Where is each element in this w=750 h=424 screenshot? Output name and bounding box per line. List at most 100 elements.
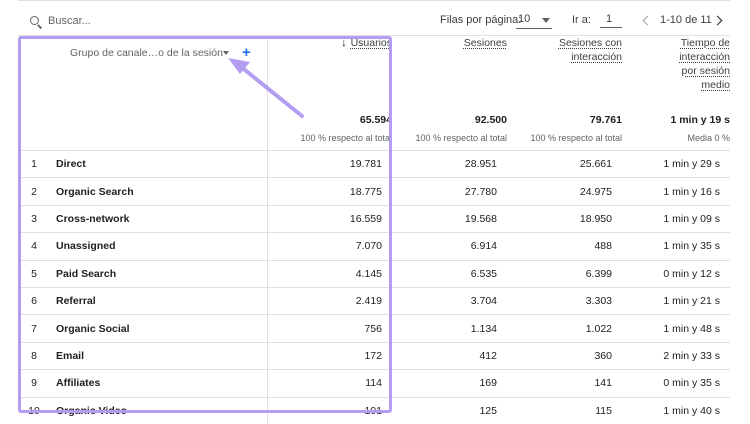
users-value: 101 <box>266 396 392 424</box>
table-row: 3 Cross-network 16.559 19.568 18.950 1 min y … <box>18 204 730 233</box>
sessions-value: 125 <box>392 396 507 424</box>
row-index: 7 <box>18 314 50 343</box>
dimension-title: Grupo de canale…o de la sesión <box>70 47 223 59</box>
total-avg-engagement-time: 1 min y 19 s Media 0 % <box>622 114 730 151</box>
engaged-sessions-value: 488 <box>507 232 622 261</box>
row-index: 3 <box>18 204 50 233</box>
arrow-down-icon: ↓ <box>341 37 347 49</box>
channel-name: Organic Video <box>50 396 267 424</box>
users-value: 756 <box>266 314 392 343</box>
goto-page-input[interactable]: 1 <box>600 12 622 28</box>
avg-engagement-time-value: 0 min y 12 s <box>622 259 730 288</box>
avg-engagement-time-value: 1 min y 35 s <box>622 232 730 261</box>
total-users: 65.594 100 % respecto al total <box>266 114 392 151</box>
sessions-value: 6.535 <box>392 259 507 288</box>
engaged-sessions-value: 1.022 <box>507 314 622 343</box>
totals-label-cell <box>18 114 267 151</box>
channel-name: Affiliates <box>50 369 267 398</box>
sessions-value: 27.780 <box>392 177 507 206</box>
column-header-sessions[interactable]: Sesiones <box>392 36 507 114</box>
total-time-sub: Media 0 % <box>687 133 730 143</box>
channel-name: Organic Search <box>50 177 267 206</box>
engaged-sessions-value: 115 <box>507 396 622 424</box>
users-value: 114 <box>266 369 392 398</box>
total-sessions: 92.500 100 % respecto al total <box>392 114 507 151</box>
rows-per-page-value: 10 <box>518 13 531 25</box>
goto-page-label: Ir a: <box>572 14 591 26</box>
chevron-down-icon[interactable] <box>223 51 229 55</box>
row-index: 4 <box>18 232 50 261</box>
sessions-value: 412 <box>392 341 507 370</box>
channel-name: Email <box>50 341 267 370</box>
total-sessions-sub: 100 % respecto al total <box>415 133 507 143</box>
table-row: 1 Direct 19.781 28.951 25.661 1 min y 29 s <box>18 149 730 178</box>
users-value: 19.781 <box>266 149 392 178</box>
channel-name: Unassigned <box>50 232 267 261</box>
avg-engagement-time-value: 2 min y 33 s <box>622 341 730 370</box>
avg-engagement-time-value: 1 min y 40 s <box>622 396 730 424</box>
dimension-header[interactable]: Grupo de canale…o de la sesión + <box>18 36 267 114</box>
users-value: 172 <box>266 341 392 370</box>
table-row: 6 Referral 2.419 3.704 3.303 1 min y 21 s <box>18 286 730 315</box>
channel-name: Organic Social <box>50 314 267 343</box>
row-index: 1 <box>18 149 50 178</box>
sessions-value: 169 <box>392 369 507 398</box>
search-input[interactable] <box>48 13 248 29</box>
report-frame: Filas por página: 10 Ir a: 1 1-10 de 11 … <box>18 0 730 424</box>
header-row: Grupo de canale…o de la sesión + ↓ Usuari… <box>18 36 730 114</box>
users-value: 16.559 <box>266 204 392 233</box>
avg-engagement-time-value: 1 min y 16 s <box>622 177 730 206</box>
row-index: 6 <box>18 286 50 315</box>
users-value: 2.419 <box>266 286 392 315</box>
table-row: 4 Unassigned 7.070 6.914 488 1 min y 35 s <box>18 232 730 261</box>
sessions-value: 28.951 <box>392 149 507 178</box>
report-table: Grupo de canale…o de la sesión + ↓ Usuari… <box>18 36 730 424</box>
users-value: 18.775 <box>266 177 392 206</box>
avg-engagement-time-value: 1 min y 29 s <box>622 149 730 178</box>
total-engaged-sessions: 79.761 100 % respecto al total <box>507 114 622 151</box>
channel-name: Referral <box>50 286 267 315</box>
engaged-sessions-value: 18.950 <box>507 204 622 233</box>
rows-per-page-select[interactable]: 10 <box>516 12 552 29</box>
sessions-value: 19.568 <box>392 204 507 233</box>
table-toolbar: Filas por página: 10 Ir a: 1 1-10 de 11 <box>18 6 730 34</box>
engaged-sessions-value: 360 <box>507 341 622 370</box>
row-index: 2 <box>18 177 50 206</box>
total-engaged-sub: 100 % respecto al total <box>530 133 622 143</box>
channel-name: Direct <box>50 149 267 178</box>
avg-engagement-time-value: 1 min y 48 s <box>622 314 730 343</box>
top-divider <box>18 0 730 1</box>
engaged-sessions-value: 25.661 <box>507 149 622 178</box>
table-row: 10 Organic Video 101 125 115 1 min y 40 s <box>18 396 730 424</box>
avg-engagement-time-value: 0 min y 35 s <box>622 369 730 398</box>
engaged-sessions-value: 24.975 <box>507 177 622 206</box>
totals-row: 65.594 100 % respecto al total 92.500 10… <box>18 114 730 151</box>
table-row: 8 Email 172 412 360 2 min y 33 s <box>18 341 730 370</box>
table-body: 1 Direct 19.781 28.951 25.661 1 min y 29 s 2 Or… <box>18 149 730 424</box>
users-value: 4.145 <box>266 259 392 288</box>
users-value: 7.070 <box>266 232 392 261</box>
engaged-sessions-value: 141 <box>507 369 622 398</box>
channel-name: Cross-network <box>50 204 267 233</box>
table-row: 5 Paid Search 4.145 6.535 6.399 0 min y 12 s <box>18 259 730 288</box>
chevron-left-icon[interactable] <box>642 15 653 26</box>
row-index: 9 <box>18 369 50 398</box>
goto-page-value: 1 <box>606 13 613 25</box>
column-header-users[interactable]: ↓ Usuarios <box>266 36 392 114</box>
chevron-down-icon <box>542 18 550 23</box>
sessions-value: 3.704 <box>392 286 507 315</box>
channel-name: Paid Search <box>50 259 267 288</box>
row-index: 10 <box>18 396 50 424</box>
column-header-avg-engagement-time[interactable]: Tiempo de interacción por sesión medio <box>622 36 730 114</box>
row-index: 8 <box>18 341 50 370</box>
chevron-right-icon[interactable] <box>712 15 723 26</box>
engaged-sessions-value: 6.399 <box>507 259 622 288</box>
row-index: 5 <box>18 259 50 288</box>
total-users-sub: 100 % respecto al total <box>300 133 392 143</box>
add-icon[interactable]: + <box>242 44 251 61</box>
column-header-engaged-sessions[interactable]: Sesiones con interacción <box>507 36 622 114</box>
engaged-sessions-value: 3.303 <box>507 286 622 315</box>
table-row: 7 Organic Social 756 1.134 1.022 1 min y 48 s <box>18 314 730 343</box>
avg-engagement-time-value: 1 min y 09 s <box>622 204 730 233</box>
table-row: 2 Organic Search 18.775 27.780 24.975 1 min y… <box>18 177 730 206</box>
